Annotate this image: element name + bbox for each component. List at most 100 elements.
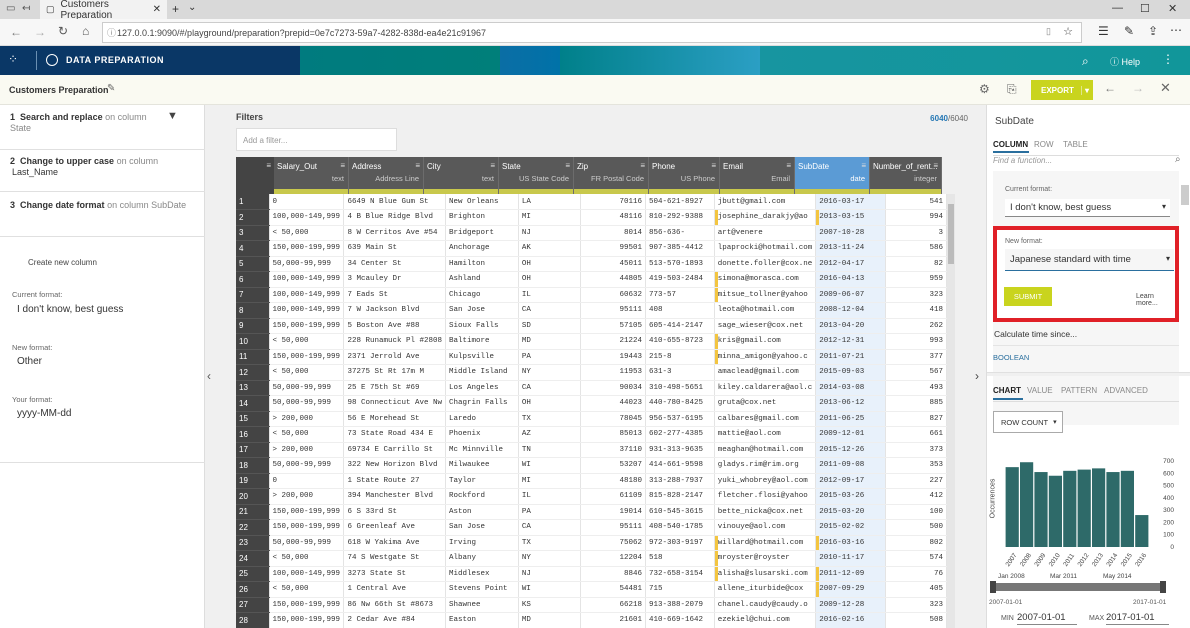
table-cell[interactable]: 66218 (580, 597, 646, 613)
table-cell[interactable]: 82 (885, 256, 947, 272)
table-cell[interactable]: 856-636- (645, 225, 715, 241)
table-cell[interactable]: 414-661-9598 (645, 457, 715, 474)
table-cell[interactable]: 262 (885, 318, 947, 334)
filter-funnel-icon[interactable]: ▼ (167, 110, 178, 122)
copy-icon[interactable]: ⎘ (1007, 82, 1017, 97)
table-cell[interactable]: Taylor (445, 473, 519, 489)
histogram-bar[interactable] (1063, 470, 1077, 547)
table-cell[interactable]: 2 Cedar Ave #84 (343, 612, 446, 628)
column-menu-icon[interactable]: ≡ (490, 161, 495, 170)
column-header[interactable]: Salary_Out ≡ text (274, 157, 349, 194)
column-menu-icon[interactable]: ≡ (711, 161, 716, 170)
table-cell[interactable]: TX (518, 411, 581, 427)
histogram-bar[interactable] (1020, 462, 1034, 547)
table-row[interactable]: 3 < 50,000 8 W Cerritos Ave #54 Bridgeport N… (236, 225, 947, 241)
table-cell[interactable]: PA (518, 349, 581, 365)
table-cell[interactable]: < 50,000 (269, 581, 345, 598)
user-menu-icon[interactable]: ⋮ (1162, 52, 1174, 66)
table-cell[interactable]: WI (518, 581, 581, 598)
tab-table[interactable]: TABLE (1063, 140, 1088, 149)
table-cell[interactable]: Los Angeles (445, 380, 519, 396)
table-row[interactable]: 17 > 200,000 69734 E Carrillo St Mc Minnvil… (236, 442, 947, 458)
export-dropdown-icon[interactable]: ▾ (1080, 85, 1089, 95)
table-cell[interactable]: Rockford (445, 488, 519, 505)
table-cell[interactable]: 85013 (580, 426, 646, 443)
table-row[interactable]: 13 50,000-99,999 25 E 75th St #69 Los Angel… (236, 380, 947, 396)
table-cell[interactable]: 7 W Jackson Blvd (343, 302, 446, 319)
table-cell[interactable]: NJ (518, 225, 581, 241)
table-cell[interactable]: 500 (885, 519, 947, 536)
table-cell[interactable]: 25 E 75th St #69 (343, 380, 446, 396)
search-icon[interactable]: ⌕ (1082, 54, 1089, 69)
column-header[interactable]: Address ≡ Address Line (349, 157, 424, 194)
table-cell[interactable]: 21224 (580, 333, 646, 350)
table-cell[interactable]: 1 State Route 27 (343, 473, 446, 489)
table-cell[interactable]: New Orleans (445, 194, 519, 210)
table-cell[interactable]: 2010-11-17 (815, 550, 887, 567)
table-cell[interactable]: 44805 (580, 271, 646, 288)
table-cell[interactable]: Milwaukee (445, 457, 519, 474)
table-cell[interactable]: 827 (885, 411, 947, 427)
preparation-name[interactable]: Customers Preparation (9, 85, 109, 95)
table-cell[interactable]: 2007-09-29 (815, 581, 887, 598)
table-cell[interactable]: 2008-12-04 (815, 302, 887, 319)
table-cell[interactable]: 513-570-1893 (645, 256, 715, 272)
table-cell[interactable]: donette.foller@cox.ne (714, 256, 817, 272)
table-cell[interactable]: leota@hotmail.com (714, 302, 817, 319)
table-cell[interactable]: 2013-03-15 (815, 209, 887, 226)
vertical-scrollbar[interactable] (947, 194, 955, 628)
table-cell[interactable]: 959 (885, 271, 947, 288)
current-format-select[interactable]: I don't know, best guess ▾ (1005, 199, 1170, 217)
table-cell[interactable]: WI (518, 457, 581, 474)
table-row[interactable]: 11 150,000-199,999 2371 Jerrold Ave Kulpsvi… (236, 349, 947, 365)
table-cell[interactable]: 150,000-199,999 (269, 349, 345, 365)
table-row[interactable]: 20 > 200,000 394 Manchester Blvd Rockford IL… (236, 488, 947, 505)
table-cell[interactable]: 99501 (580, 240, 646, 257)
table-cell[interactable]: 610-545-3615 (645, 504, 715, 520)
add-filter-input[interactable]: Add a filter... (236, 128, 397, 151)
table-cell[interactable]: 53207 (580, 457, 646, 474)
column-menu-icon[interactable]: ≡ (415, 161, 420, 170)
find-function-input[interactable]: Find a function... (993, 156, 1052, 165)
table-cell[interactable]: 8 W Cerritos Ave #54 (343, 225, 446, 241)
favorites-hub-icon[interactable]: ☰ (1098, 24, 1109, 38)
table-cell[interactable]: jbutt@gmail.com (714, 194, 817, 210)
table-cell[interactable]: 2013-11-24 (815, 240, 887, 257)
table-row[interactable]: 15 > 200,000 56 E Morehead St Laredo TX 78045… (236, 411, 947, 427)
back-arrow-icon[interactable]: ← (10, 25, 22, 39)
table-row[interactable]: 10 < 50,000 228 Runamuck Pl #2808 Baltimore… (236, 333, 947, 350)
table-row[interactable]: 2 100,000-149,999 4 B Blue Ridge Blvd Brigh… (236, 209, 947, 226)
table-cell[interactable]: 95111 (580, 519, 646, 536)
tab-column[interactable]: COLUMN (993, 140, 1028, 149)
table-cell[interactable]: 2015-02-02 (815, 519, 887, 536)
table-cell[interactable]: 2016-03-16 (815, 535, 887, 551)
tab-actions-icon[interactable]: ▭ (6, 3, 15, 14)
gear-icon[interactable]: ⚙ (979, 82, 990, 96)
column-menu-icon[interactable]: ≡ (340, 161, 345, 170)
table-cell[interactable]: 150,000-199,999 (269, 519, 345, 536)
table-cell[interactable]: < 50,000 (269, 550, 345, 567)
table-cell[interactable]: 2371 Jerrold Ave (343, 349, 446, 365)
table-cell[interactable]: 2011-09-08 (815, 457, 887, 474)
table-row[interactable]: 18 50,000-99,999 322 New Horizon Blvd Milwa… (236, 457, 947, 474)
table-cell[interactable]: San Jose (445, 519, 519, 536)
table-cell[interactable]: 100,000-149,999 (269, 566, 345, 582)
table-cell[interactable]: 19014 (580, 504, 646, 520)
column-header[interactable]: State ≡ US State Code (499, 157, 574, 194)
favorite-star-icon[interactable]: ☆ (1063, 25, 1073, 38)
histogram-bar[interactable] (1077, 469, 1091, 547)
table-cell[interactable]: 408 (645, 302, 715, 319)
table-cell[interactable]: 2009-12-01 (815, 426, 887, 443)
tab-chart[interactable]: CHART (993, 386, 1021, 395)
table-cell[interactable]: Baltimore (445, 333, 519, 350)
table-cell[interactable]: 410-669-1642 (645, 612, 715, 628)
table-cell[interactable]: chanel.caudy@caudy.o (714, 597, 817, 613)
table-cell[interactable]: 2015-03-26 (815, 488, 887, 505)
close-window-icon[interactable]: ✕ (1168, 2, 1177, 15)
histogram-bar[interactable] (1034, 472, 1048, 547)
table-row[interactable]: 8 100,000-149,999 7 W Jackson Blvd San Jose… (236, 302, 947, 319)
table-cell[interactable]: 913-388-2079 (645, 597, 715, 613)
table-row[interactable]: 7 100,000-149,999 7 Eads St Chicago IL 60632 7… (236, 287, 947, 303)
close-tab-icon[interactable]: ✕ (153, 4, 161, 15)
table-cell[interactable]: MI (518, 473, 581, 489)
